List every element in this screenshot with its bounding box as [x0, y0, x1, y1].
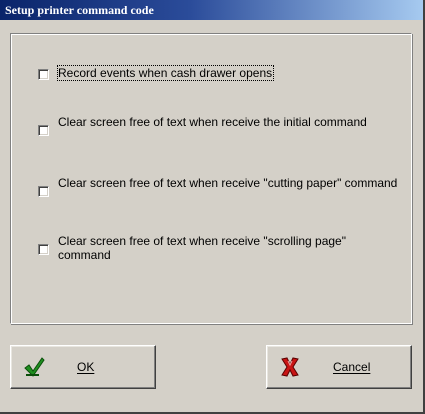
- record-cash-drawer-label: Record events when cash drawer opens: [56, 65, 275, 81]
- options-group: Record events when cash drawer opens Cle…: [10, 33, 412, 324]
- record-cash-drawer-checkbox[interactable]: [38, 69, 49, 80]
- ok-button[interactable]: OK: [10, 345, 156, 389]
- clear-cutting-paper-label: Clear screen free of text when receive "…: [58, 176, 398, 190]
- clear-scrolling-page-checkbox[interactable]: [38, 244, 49, 255]
- clear-cutting-paper-checkbox[interactable]: [38, 186, 49, 197]
- clear-initial-command-label: Clear screen free of text when receive t…: [58, 115, 367, 129]
- clear-scrolling-page-label: Clear screen free of text when receive "…: [58, 234, 346, 262]
- red-x-icon: [281, 357, 299, 377]
- cancel-button[interactable]: Cancel: [266, 345, 412, 389]
- cancel-label: Cancel: [333, 360, 371, 374]
- setup-printer-dialog: Setup printer command code Record events…: [0, 0, 425, 414]
- clear-initial-command-checkbox[interactable]: [38, 125, 49, 136]
- green-checkmark-icon: [24, 357, 45, 377]
- dialog-title: Setup printer command code: [0, 0, 423, 20]
- ok-label: OK: [77, 360, 95, 374]
